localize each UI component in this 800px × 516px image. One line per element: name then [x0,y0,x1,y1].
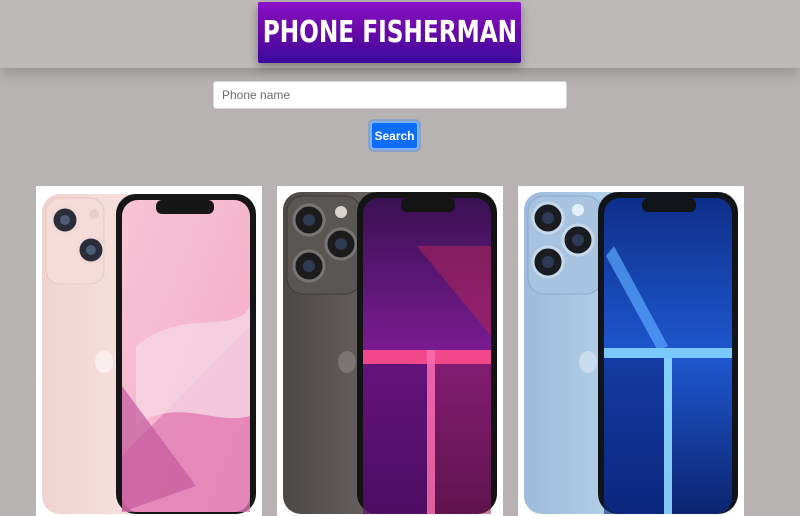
brand-title: PHONE FISHERMAN [262,15,517,50]
brand-banner[interactable]: PHONE FISHERMAN [258,2,521,63]
blue-phone-image [518,186,744,516]
search-input[interactable] [213,81,567,109]
search-button[interactable]: Search [370,121,419,150]
product-card[interactable] [518,186,744,516]
graphite-phone-image [277,186,503,516]
product-card[interactable] [36,186,262,516]
pink-phone-image [36,186,262,516]
product-card[interactable] [277,186,503,516]
